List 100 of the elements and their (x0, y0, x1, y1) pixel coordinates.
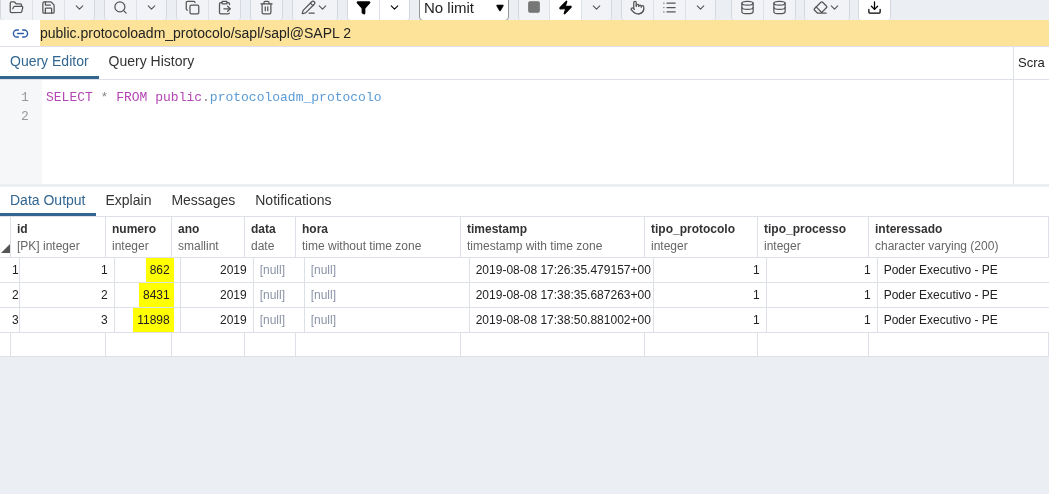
dropdown-arrow-icon (496, 4, 504, 12)
table-cell-text: 2019-08-08 17:38:50.881002+00 (475, 312, 651, 329)
copy-button[interactable] (177, 0, 209, 20)
column-type: integer (764, 238, 802, 255)
column-type: time without time zone (302, 238, 423, 255)
save-icon (41, 0, 56, 15)
null-value: [null] (310, 287, 337, 304)
table-cell-text: 2019 (220, 312, 247, 329)
dropdown-caret-button[interactable] (380, 0, 409, 20)
result-tab[interactable]: Messages (161, 187, 246, 216)
table-cell-text: 2019 (220, 262, 247, 279)
column-name: tipo_protocolo (651, 221, 736, 238)
editor-tab[interactable]: Query History (98, 47, 205, 79)
pointer-button[interactable] (622, 0, 654, 20)
table-cell-text: 1 (864, 287, 871, 304)
column-header[interactable]: id [PK] integer (11, 217, 106, 257)
search-button[interactable] (105, 0, 137, 20)
column-name: ano (178, 221, 201, 238)
lightning-icon (558, 0, 573, 15)
database-icon (772, 0, 787, 15)
table-cell-text: 1 (753, 262, 760, 279)
table-cell: 11898 (133, 308, 174, 332)
code-token: SELECT (46, 90, 93, 105)
table-cell: 8431 (139, 283, 174, 307)
table-cell-text: 2019 (220, 287, 247, 304)
pencil-icon (301, 0, 316, 15)
column-header[interactable]: hora time without time zone (296, 217, 461, 257)
row-limit-select[interactable]: No limit (419, 0, 509, 20)
code-token: protocoloadm_protocolo (209, 90, 382, 105)
delete-button[interactable] (251, 0, 282, 20)
table-cell-text: 1 (753, 312, 760, 329)
table-cell-text: 2 (101, 287, 108, 304)
column-type: integer (651, 238, 689, 255)
database-button[interactable] (764, 0, 795, 20)
null-value: [null] (259, 287, 286, 304)
table-cell: 862 (145, 258, 174, 282)
result-tab[interactable]: Notifications (245, 187, 342, 216)
execute-button[interactable] (550, 0, 582, 20)
column-name: hora (302, 221, 329, 238)
save-button[interactable] (33, 0, 65, 20)
table-cell-text: 3 (101, 312, 108, 329)
line-number: 2 (20, 108, 29, 126)
sql-editor[interactable]: SELECT * FROM public.protocoloadm_protocolo (42, 80, 1013, 184)
clear-button[interactable] (805, 0, 849, 20)
scratch-pad-tab[interactable]: Scra (1018, 53, 1045, 73)
null-value: [null] (259, 262, 286, 279)
list-button[interactable] (654, 0, 686, 20)
code-token: . (202, 90, 210, 105)
table-cell-text: 2019-08-08 17:38:35.687263+00 (475, 287, 651, 304)
table-cell-text: Poder Executivo - PE (883, 312, 998, 329)
column-name: interessado (875, 221, 944, 238)
stop-button[interactable] (519, 0, 550, 20)
paste-icon (217, 0, 232, 15)
column-header[interactable]: tipo_processo integer (758, 217, 869, 257)
column-name: tipo_processo (764, 221, 848, 238)
hand-icon (630, 0, 645, 15)
line-number: 1 (20, 89, 29, 107)
table-cell-text: 1 (753, 287, 760, 304)
column-header[interactable]: ano smallint (172, 217, 245, 257)
column-name: data (251, 221, 277, 238)
null-value: [null] (310, 262, 337, 279)
folder-icon (9, 0, 24, 15)
dropdown-caret-button[interactable] (686, 0, 715, 20)
table-cell-text: 2019-08-08 17:26:35.479157+00 (475, 262, 651, 279)
search-icon (113, 0, 128, 15)
database-button[interactable] (732, 0, 764, 20)
database-icon (740, 0, 755, 15)
table-cell-text: 1 (864, 262, 871, 279)
table-cell-text: 1 (101, 262, 108, 279)
eraser-icon (813, 0, 828, 15)
stop-icon (527, 0, 541, 14)
null-value: [null] (310, 312, 337, 329)
table-cell-text: Poder Executivo - PE (883, 287, 998, 304)
null-value: [null] (259, 312, 286, 329)
paste-button[interactable] (209, 0, 240, 20)
download-icon (867, 0, 882, 15)
column-name: numero (112, 221, 157, 238)
column-type: integer (112, 238, 150, 255)
column-header[interactable]: interessado character varying (200) (869, 217, 1049, 257)
edit-button[interactable] (293, 0, 337, 20)
column-header[interactable]: data date (245, 217, 296, 257)
table-cell-text: 1 (864, 312, 871, 329)
column-type: [PK] integer (17, 238, 81, 255)
row-number[interactable]: 2 (12, 286, 19, 304)
filter-button[interactable] (348, 0, 380, 20)
row-number[interactable]: 3 (12, 311, 19, 329)
column-header[interactable]: timestamp timestamp with time zone (461, 217, 645, 257)
sort-corner-icon[interactable] (0, 244, 10, 253)
download-button[interactable] (859, 0, 890, 20)
code-token: FROM public (116, 90, 203, 105)
result-tab[interactable]: Data Output (0, 187, 96, 216)
filter-icon (356, 0, 371, 15)
open-file-button[interactable] (1, 0, 33, 20)
column-type: character varying (200) (875, 238, 1000, 255)
column-header[interactable]: tipo_protocolo integer (645, 217, 758, 257)
column-header[interactable]: numero integer (106, 217, 172, 257)
dropdown-caret-button[interactable] (137, 0, 166, 20)
trash-icon (259, 0, 274, 15)
result-tab[interactable]: Explain (95, 187, 162, 216)
row-number[interactable]: 1 (12, 261, 19, 279)
